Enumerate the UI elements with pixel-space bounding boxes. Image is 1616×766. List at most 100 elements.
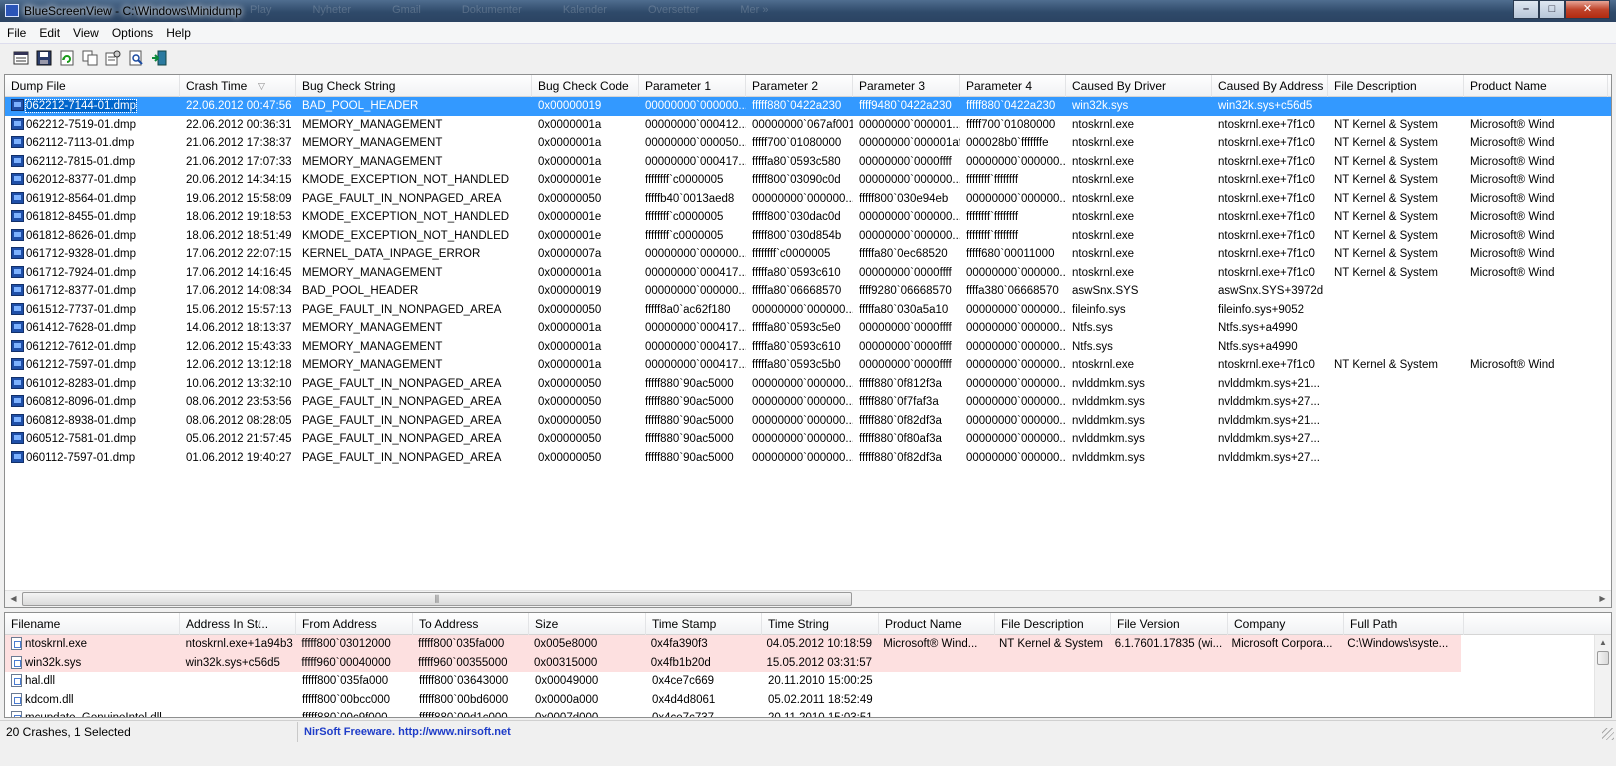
crash-row[interactable]: 061812-8626-01.dmp 18.06.2012 18:51:49 KMO…	[5, 227, 1611, 246]
column-header[interactable]: Full Path	[1344, 613, 1464, 635]
driver-row[interactable]: win32k.sys win32k.sys+c56d5 fffff960`00040…	[5, 653, 1461, 673]
column-header[interactable]: To Address	[413, 613, 529, 635]
cell-file-description	[995, 709, 1111, 717]
column-header[interactable]: Parameter 2	[746, 75, 853, 97]
menu-options[interactable]: Options	[106, 26, 159, 40]
menu-help[interactable]: Help	[160, 26, 197, 40]
column-header[interactable]: Bug Check Code	[532, 75, 639, 97]
exit-icon[interactable]	[148, 47, 170, 69]
crash-row[interactable]: 060112-7597-01.dmp 01.06.2012 19:40:27 PAG…	[5, 449, 1611, 468]
scroll-right-icon[interactable]: ▶	[1594, 591, 1611, 607]
crash-row[interactable]: 062212-7144-01.dmp 22.06.2012 00:47:56 BAD…	[5, 97, 1611, 116]
menu-bar: File Edit View Options Help	[0, 22, 1616, 44]
column-header[interactable]: Product Name	[1464, 75, 1608, 97]
column-header[interactable]: Time String	[762, 613, 879, 635]
close-button[interactable]: ✕	[1565, 0, 1610, 19]
cell-address-in-st-	[180, 672, 296, 691]
minimize-button[interactable]: –	[1513, 0, 1539, 19]
cell-file-description	[995, 691, 1111, 710]
driver-list[interactable]: Filename Address In St... / From Address To …	[4, 612, 1612, 718]
resize-grip-icon[interactable]	[1602, 728, 1614, 740]
column-header[interactable]: Size	[529, 613, 646, 635]
crash-row[interactable]: 061012-8283-01.dmp 10.06.2012 13:32:10 PAG…	[5, 375, 1611, 394]
crash-row[interactable]: 061712-9328-01.dmp 17.06.2012 22:07:15 KER…	[5, 245, 1611, 264]
refresh-icon[interactable]	[56, 47, 78, 69]
crash-row[interactable]: 060812-8938-01.dmp 08.06.2012 08:28:05 PAG…	[5, 412, 1611, 431]
crash-row[interactable]: 062012-8377-01.dmp 20.06.2012 14:34:15 KMO…	[5, 171, 1611, 190]
column-header[interactable]: From Address	[296, 613, 413, 635]
maximize-button[interactable]: □	[1539, 0, 1565, 19]
scroll-thumb[interactable]	[1597, 651, 1609, 665]
column-header[interactable]: File Version	[1111, 613, 1228, 635]
column-header[interactable]: Parameter 1	[639, 75, 746, 97]
cell-bug-check-code: 0x00000019	[532, 97, 639, 116]
cell-time-string: 15.05.2012 03:31:57	[760, 654, 877, 673]
cell-text: NT Kernel & System	[1334, 174, 1438, 186]
ghost-tab: Play	[250, 4, 272, 16]
cell-caused-by-address: ntoskrnl.exe+7f1c0	[1212, 245, 1328, 264]
nirsoft-link[interactable]: NirSoft Freeware. http://www.nirsoft.net	[298, 726, 511, 738]
column-header[interactable]: Bug Check String	[296, 75, 532, 97]
crash-row[interactable]: 062112-7113-01.dmp 21.06.2012 17:38:37 MEM…	[5, 134, 1611, 153]
crash-row[interactable]: 061512-7737-01.dmp 15.06.2012 15:57:13 PAG…	[5, 301, 1611, 320]
find-icon[interactable]	[125, 47, 147, 69]
scroll-up-icon[interactable]: ▲	[1595, 635, 1611, 651]
driver-row[interactable]: kdcom.dll fffff800`00bcc000 fffff800`00bd6…	[5, 691, 1611, 710]
crash-row[interactable]: 061712-7924-01.dmp 17.06.2012 14:16:45 MEM…	[5, 264, 1611, 283]
column-header[interactable]: Address In St... /	[180, 613, 296, 635]
scroll-left-icon[interactable]: ◀	[5, 591, 22, 607]
driver-row[interactable]: ntoskrnl.exe ntoskrnl.exe+1a94b3 fffff800`…	[5, 635, 1461, 654]
driver-row[interactable]: mcupdate_GenuineIntel.dll fffff880`00c9f0…	[5, 709, 1611, 717]
horizontal-scrollbar[interactable]: ◀ ⫼ ▶	[5, 590, 1611, 607]
scroll-thumb[interactable]: ⫼	[22, 592, 852, 606]
menu-edit[interactable]: Edit	[33, 26, 66, 40]
column-header[interactable]: Parameter 4	[960, 75, 1066, 97]
crash-row[interactable]: 060812-8096-01.dmp 08.06.2012 23:53:56 PAG…	[5, 393, 1611, 412]
column-header[interactable]: Time Stamp	[646, 613, 762, 635]
save-icon[interactable]	[33, 47, 55, 69]
column-header[interactable]: Crash Time ▽	[180, 75, 296, 97]
cell-text: fffffa80`0593c5b0	[752, 359, 841, 371]
crash-row[interactable]: 061712-8377-01.dmp 17.06.2012 14:08:34 BAD…	[5, 282, 1611, 301]
cell-parameter-1: fffff880`90ac5000	[639, 393, 746, 412]
cell-text: 0x00000050	[538, 433, 602, 445]
column-header[interactable]: Parameter 3	[853, 75, 960, 97]
html-report-icon[interactable]	[10, 47, 32, 69]
copy-icon[interactable]	[79, 47, 101, 69]
cell-file-description: NT Kernel & System	[1328, 264, 1464, 283]
menu-file[interactable]: File	[1, 26, 32, 40]
column-header[interactable]: Caused By Driver	[1066, 75, 1212, 97]
vertical-scrollbar[interactable]: ▲	[1594, 635, 1611, 717]
cell-parameter-4: 00000000`000000...	[960, 449, 1066, 468]
menu-view[interactable]: View	[67, 26, 105, 40]
cell-caused-by-driver: ntoskrnl.exe	[1066, 264, 1212, 283]
column-header[interactable]: Filename	[5, 613, 180, 635]
crash-row[interactable]: 062212-7519-01.dmp 22.06.2012 00:36:31 MEM…	[5, 116, 1611, 135]
cell-text: 0x0000001e	[538, 174, 602, 186]
column-header[interactable]: Caused By Address	[1212, 75, 1328, 97]
crash-row[interactable]: 062112-7815-01.dmp 21.06.2012 17:07:33 MEM…	[5, 153, 1611, 172]
column-header-label: Bug Check String	[302, 79, 396, 93]
crash-row[interactable]: 061412-7628-01.dmp 14.06.2012 18:13:37 MEM…	[5, 319, 1611, 338]
crash-row[interactable]: 061912-8564-01.dmp 19.06.2012 15:58:09 PAG…	[5, 190, 1611, 209]
column-header[interactable]: Company	[1228, 613, 1344, 635]
properties-icon[interactable]	[102, 47, 124, 69]
column-header[interactable]: Product Name	[879, 613, 995, 635]
column-header[interactable]: File Description	[995, 613, 1111, 635]
crash-list[interactable]: Dump File Crash Time ▽ Bug Check String Bug …	[4, 74, 1612, 608]
cell-company	[1228, 709, 1344, 717]
crash-row[interactable]: 060512-7581-01.dmp 05.06.2012 21:57:45 PAG…	[5, 430, 1611, 449]
crash-row[interactable]: 061212-7612-01.dmp 12.06.2012 15:43:33 MEM…	[5, 338, 1611, 357]
cell-time-stamp: 0x4fa390f3	[645, 635, 761, 654]
column-header[interactable]: Dump File	[5, 75, 180, 97]
cell-parameter-4: fffff700`01080000	[960, 116, 1066, 135]
cell-text: 061512-7737-01.dmp	[26, 303, 136, 316]
column-header[interactable]: File Description	[1328, 75, 1464, 97]
crash-row[interactable]: 061212-7597-01.dmp 12.06.2012 13:12:18 MEM…	[5, 356, 1611, 375]
cell-text: nvlddmkm.sys+27...	[1218, 396, 1320, 408]
crash-row[interactable]: 061812-8455-01.dmp 18.06.2012 19:18:53 KMO…	[5, 208, 1611, 227]
driver-row[interactable]: hal.dll fffff800`035fa000 fffff800`0364300…	[5, 672, 1611, 691]
cell-text: 00000000`000001...	[859, 118, 960, 131]
cell-text: 05.02.2011 18:52:49	[768, 693, 873, 706]
cell-file-description: NT Kernel & System	[1328, 356, 1464, 375]
